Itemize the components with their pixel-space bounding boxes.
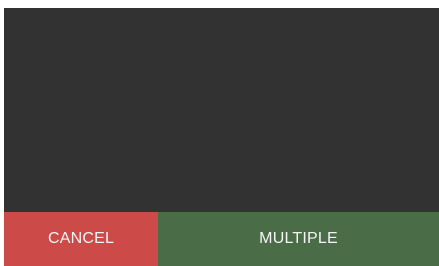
cancel-button[interactable]: CANCEL [4, 212, 158, 266]
dialog-button-bar: CANCEL MULTIPLE [4, 212, 439, 266]
action-dialog: CANCEL MULTIPLE [4, 8, 439, 266]
multiple-button-label: MULTIPLE [259, 230, 338, 247]
multiple-button[interactable]: MULTIPLE [158, 212, 439, 266]
cancel-button-label: CANCEL [47, 230, 115, 247]
dialog-content-area [4, 8, 439, 212]
